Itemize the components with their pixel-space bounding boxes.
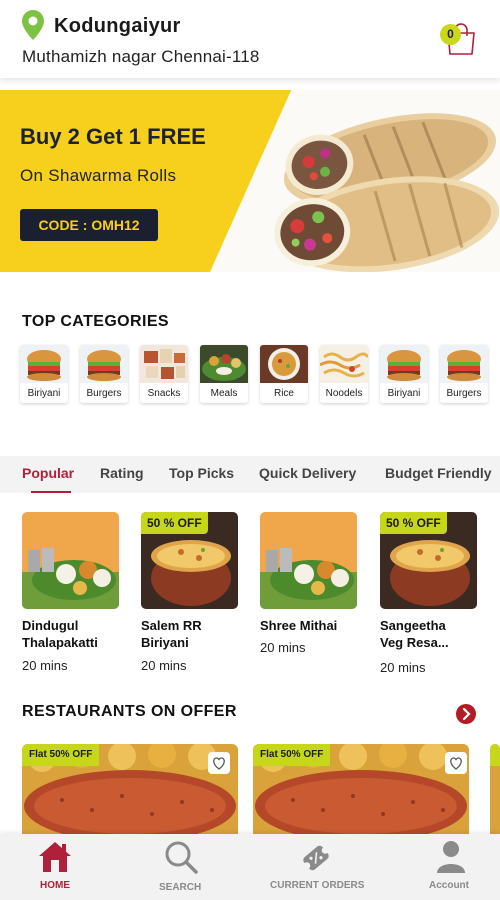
nav-label: HOME bbox=[40, 880, 70, 891]
nav-current-orders[interactable]: CURRENT ORDERS bbox=[268, 834, 364, 900]
dish-name: Dindugul Thalapakatti bbox=[22, 618, 98, 650]
user-icon bbox=[437, 841, 465, 873]
restaurant-card[interactable]: Flat 50% OFF bbox=[22, 744, 238, 840]
category-image bbox=[20, 345, 68, 383]
category-label: Meals bbox=[210, 388, 238, 399]
category-item-biriyani[interactable]: Biriyani bbox=[20, 345, 68, 403]
category-image bbox=[140, 345, 188, 383]
category-item-meals[interactable]: Meals bbox=[200, 345, 248, 403]
nav-account[interactable]: Account bbox=[426, 834, 476, 900]
banner-subtitle: On Shawarma Rolls bbox=[20, 166, 177, 185]
flat-offer-badge bbox=[490, 744, 500, 766]
flat-offer-badge: Flat 50% OFF bbox=[253, 744, 331, 766]
dish-time: 20 mins bbox=[260, 640, 306, 655]
offer-badge: 50 % OFF bbox=[141, 512, 208, 534]
shawarma-roll-image bbox=[274, 113, 500, 272]
category-image bbox=[260, 345, 308, 383]
dish-name: Salem RR Biriyani bbox=[141, 618, 202, 650]
dish-image bbox=[260, 512, 357, 609]
tab-quick-delivery[interactable]: Quick Delivery bbox=[259, 465, 356, 481]
categories-row: Biriyani Burgers Snacks Meals Rice Noode… bbox=[20, 345, 500, 405]
category-image bbox=[200, 345, 248, 383]
tab-rating[interactable]: Rating bbox=[100, 465, 144, 481]
category-image bbox=[320, 345, 368, 383]
next-arrow-button[interactable] bbox=[456, 704, 476, 724]
search-icon bbox=[165, 841, 198, 874]
dish-name: Sangeetha Veg Resa... bbox=[380, 618, 449, 650]
category-label: Burgers bbox=[86, 388, 122, 399]
flat-offer-badge: Flat 50% OFF bbox=[22, 744, 100, 766]
nav-label: Account bbox=[429, 880, 469, 891]
tab-budget-friendly[interactable]: Budget Friendly bbox=[385, 465, 492, 481]
heart-icon bbox=[450, 757, 462, 770]
dish-name: Shree Mithai bbox=[260, 618, 338, 633]
favorite-button[interactable] bbox=[208, 752, 230, 774]
category-item-rice[interactable]: Rice bbox=[260, 345, 308, 403]
nav-label: SEARCH bbox=[159, 882, 202, 893]
category-item-snacks[interactable]: Snacks bbox=[140, 345, 188, 403]
location-title[interactable]: Kodungaiyur bbox=[54, 15, 181, 38]
nav-search[interactable]: SEARCH bbox=[155, 834, 205, 900]
category-image bbox=[380, 345, 428, 383]
app-header: Kodungaiyur Muthamizh nagar Chennai-118 … bbox=[0, 0, 500, 78]
restaurant-card[interactable]: Flat 50% OFF bbox=[253, 744, 469, 840]
restaurants-on-offer-title: RESTAURANTS ON OFFER bbox=[22, 703, 237, 720]
cart-count-badge: 0 bbox=[440, 24, 461, 45]
heart-icon bbox=[213, 757, 225, 770]
category-item-burgers[interactable]: Burgers bbox=[80, 345, 128, 403]
location-subtitle[interactable]: Muthamizh nagar Chennai-118 bbox=[22, 47, 260, 67]
top-categories-title: TOP CATEGORIES bbox=[22, 313, 169, 330]
category-label: Biriyani bbox=[27, 388, 61, 399]
nav-label: CURRENT ORDERS bbox=[270, 880, 365, 891]
favorite-button[interactable] bbox=[445, 752, 467, 774]
category-label: Rice bbox=[273, 388, 294, 399]
tab-popular[interactable]: Popular bbox=[22, 465, 74, 481]
category-image bbox=[440, 345, 488, 383]
offer-badge: 50 % OFF bbox=[380, 512, 447, 534]
category-label: Noodels bbox=[325, 388, 363, 399]
nav-home[interactable]: HOME bbox=[30, 834, 80, 900]
category-item-burgers-2[interactable]: Burgers bbox=[440, 345, 488, 403]
category-label: Biriyani bbox=[387, 388, 421, 399]
restaurant-card-peek[interactable] bbox=[490, 744, 500, 840]
category-label: Burgers bbox=[446, 388, 482, 399]
category-image bbox=[80, 345, 128, 383]
bottom-navigation: HOME SEARCH CURRENT ORDERS Account bbox=[0, 834, 500, 900]
tab-top-picks[interactable]: Top Picks bbox=[169, 465, 234, 481]
dish-time: 20 mins bbox=[380, 660, 426, 675]
coupon-tag-icon bbox=[303, 845, 329, 871]
active-tab-indicator bbox=[31, 491, 71, 493]
filter-tabs: Popular Rating Top Picks Quick Delivery … bbox=[0, 456, 500, 493]
banner-title: Buy 2 Get 1 FREE bbox=[20, 124, 206, 149]
dish-time: 20 mins bbox=[22, 658, 68, 673]
promo-banner[interactable]: Buy 2 Get 1 FREE On Shawarma Rolls CODE … bbox=[0, 90, 500, 272]
category-label: Snacks bbox=[147, 388, 181, 399]
chevron-right-icon bbox=[462, 707, 471, 721]
dish-image: 50 % OFF bbox=[141, 512, 238, 609]
home-icon bbox=[39, 842, 71, 872]
category-item-biriyani-2[interactable]: Biriyani bbox=[380, 345, 428, 403]
promo-code-badge: CODE : OMH12 bbox=[20, 209, 158, 241]
category-item-noodels[interactable]: Noodels bbox=[320, 345, 368, 403]
dish-time: 20 mins bbox=[141, 658, 187, 673]
dish-image bbox=[22, 512, 119, 609]
dish-image: 50 % OFF bbox=[380, 512, 477, 609]
map-pin-icon[interactable] bbox=[22, 10, 44, 40]
